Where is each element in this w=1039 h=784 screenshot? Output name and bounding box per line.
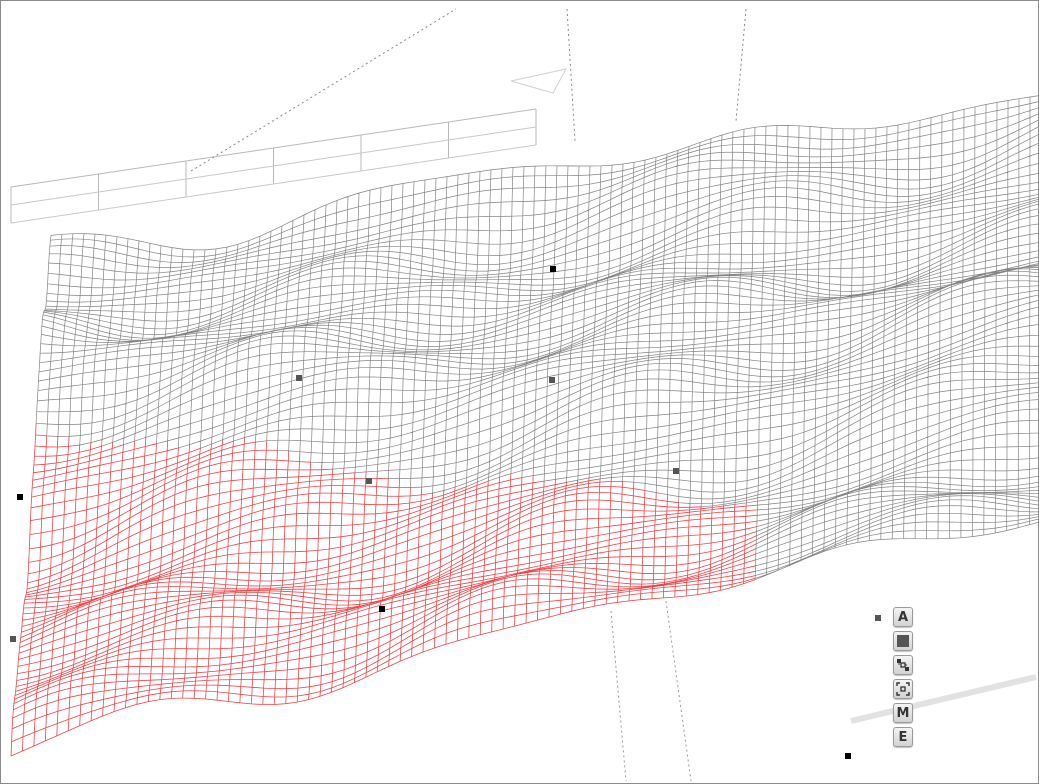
axes-toggle-button[interactable]: A	[893, 607, 913, 627]
control-point-handle[interactable]	[550, 266, 556, 272]
letter-m-icon: M	[896, 705, 910, 721]
connect-toggle-button[interactable]	[893, 655, 913, 675]
letter-e-icon: E	[898, 729, 908, 745]
mesh-toggle-button[interactable]: M	[893, 703, 913, 723]
control-point-handle[interactable]	[296, 375, 302, 381]
solid-square-icon	[897, 635, 909, 647]
connected-nodes-icon	[896, 658, 910, 672]
control-point-handle[interactable]	[366, 478, 372, 484]
letter-a-icon: A	[897, 609, 909, 625]
edges-toggle-button[interactable]: E	[893, 727, 913, 747]
control-point-handle[interactable]	[875, 615, 881, 621]
control-point-handle[interactable]	[379, 606, 385, 612]
control-point-handle[interactable]	[673, 468, 679, 474]
fill-toggle-button[interactable]	[893, 631, 913, 651]
3d-viewport[interactable]: A M E	[0, 0, 1039, 784]
control-point-handle[interactable]	[10, 636, 16, 642]
control-point-handle[interactable]	[17, 494, 23, 500]
frame-target-icon	[896, 682, 910, 696]
view-toolbar: A M E	[890, 607, 916, 747]
terrain-scene[interactable]	[1, 1, 1038, 783]
fit-view-button[interactable]	[893, 679, 913, 699]
control-point-handle[interactable]	[549, 377, 555, 383]
control-point-handle[interactable]	[845, 753, 851, 759]
